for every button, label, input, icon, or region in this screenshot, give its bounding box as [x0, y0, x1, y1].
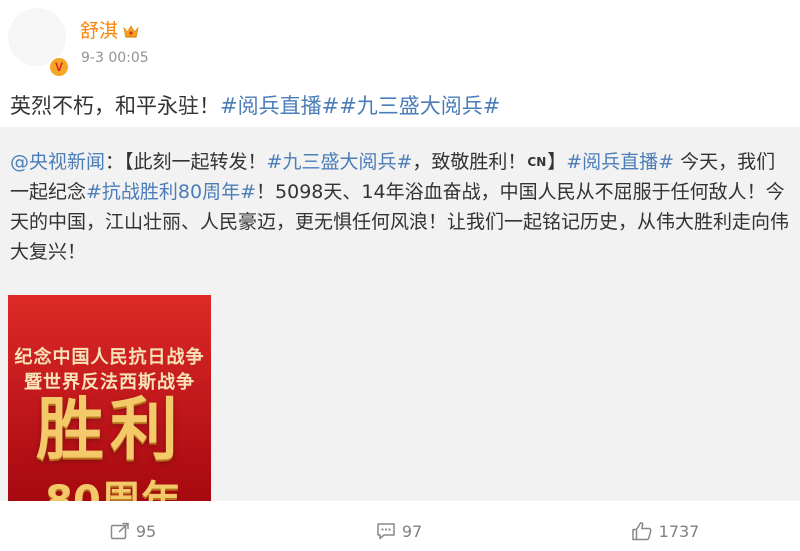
repost-count: 95 [135, 521, 157, 541]
verified-badge-icon: V [48, 56, 70, 78]
mention-link[interactable]: @央视新闻 [10, 151, 105, 173]
repost-box[interactable]: @央视新闻：【此刻一起转发！#九三盛大阅兵#，致敬胜利！CN】#阅兵直播# 今天… [0, 127, 800, 501]
hashtag-link[interactable]: #阅兵直播# [220, 94, 339, 118]
poster-bottom-text: 80周年 [45, 478, 181, 501]
cn-icon: CN [527, 155, 547, 169]
comment-icon [377, 523, 395, 540]
like-icon [631, 522, 652, 541]
repost-text: @央视新闻：【此刻一起转发！#九三盛大阅兵#，致敬胜利！CN】#阅兵直播# 今天… [10, 147, 790, 267]
post-text: 英烈不朽，和平永驻！#阅兵直播##九三盛大阅兵# [10, 90, 790, 122]
hashtag-link[interactable]: #抗战胜利80周年# [86, 181, 256, 203]
repost-icon [110, 522, 129, 540]
verified-badge-glyph: V [54, 60, 63, 74]
like-button[interactable]: 1737 [532, 521, 798, 541]
author-name[interactable]: 舒淇 [80, 19, 139, 43]
repost-text-segment: 】 [547, 151, 567, 173]
hashtag-link[interactable]: #阅兵直播# [566, 151, 674, 173]
hashtag-link[interactable]: #九三盛大阅兵# [339, 94, 500, 118]
crown-icon [123, 25, 139, 38]
poster-subtitle-line1: 纪念中国人民抗日战争 [14, 347, 205, 368]
repost-text-segment: ：【此刻一起转发！ [105, 151, 267, 173]
avatar-container[interactable]: V [8, 8, 72, 78]
poster-title: 胜利 [35, 391, 184, 470]
hashtag-link[interactable]: #九三盛大阅兵# [267, 151, 413, 173]
repost-button[interactable]: 95 [0, 522, 266, 541]
action-bar: 95 97 1737 [0, 511, 800, 551]
like-count: 1737 [658, 521, 700, 541]
comment-button[interactable]: 97 [266, 522, 532, 541]
post-header: V 舒淇 9-3 00:05 [0, 0, 800, 80]
poster-image[interactable]: 纪念中国人民抗日战争 暨世界反法西斯战争 胜利 80周年 [8, 295, 211, 501]
post-text-plain: 英烈不朽，和平永驻！ [10, 94, 220, 118]
repost-text-segment: ，致敬胜利！ [412, 151, 527, 173]
author-name-text[interactable]: 舒淇 [80, 19, 118, 43]
comment-count: 97 [401, 521, 423, 541]
post-time[interactable]: 9-3 00:05 [81, 49, 149, 67]
